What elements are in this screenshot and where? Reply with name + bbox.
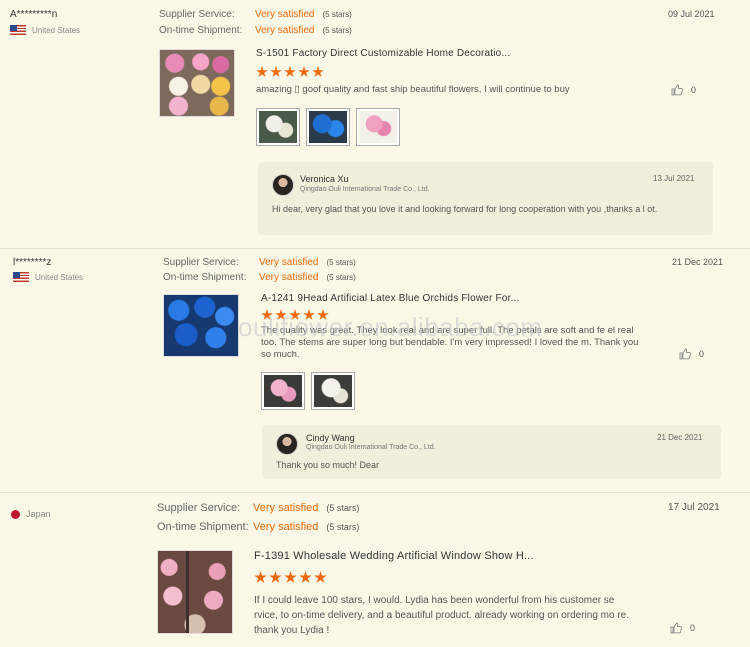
review-comment: If I could leave 100 stars, I would. Lyd… (254, 595, 630, 636)
buyer-country: United States (10, 25, 80, 35)
rating-stars-text: (5 stars) (326, 258, 356, 267)
review-date: 21 Dec 2021 (672, 257, 724, 267)
like-count: 0 (690, 623, 696, 633)
product-rating-stars (254, 571, 327, 584)
avatar (272, 174, 294, 196)
rating-label: On-time Shipment: (157, 521, 249, 533)
reply-company: Qingdao Ouli International Trade Co., Lt… (300, 186, 430, 193)
star-icon (299, 571, 312, 583)
star-icon (284, 571, 297, 583)
supplier-reply: Cindy Wang Qingdao Ouli International Tr… (262, 425, 721, 479)
rating-label: On-time Shipment: (159, 25, 243, 36)
like-count: 0 (691, 85, 697, 95)
like-count: 0 (699, 349, 705, 359)
supplier-service-rating: Supplier Service: Very satisfied (5 star… (157, 502, 359, 514)
avatar (276, 433, 298, 455)
rating-value: Very satisfied (255, 25, 315, 36)
rating-label: Supplier Service: (163, 257, 239, 268)
rating-stars-text: (5 stars) (322, 26, 352, 35)
star-icon (254, 571, 267, 583)
star-icon (298, 66, 310, 77)
thumbs-up-icon (671, 84, 683, 96)
japan-flag-icon (11, 509, 20, 519)
like-button[interactable]: 0 (671, 84, 696, 96)
us-flag-icon (10, 25, 26, 35)
like-button[interactable]: 0 (679, 348, 704, 360)
product-rating-stars (256, 66, 324, 78)
thumbs-up-icon (670, 622, 682, 634)
divider (0, 248, 750, 249)
reply-author-name: Veronica Xu (300, 174, 349, 184)
shipment-rating: On-time Shipment: Very satisfied (5 star… (157, 521, 359, 533)
review-photo[interactable] (306, 108, 350, 146)
rating-stars-text: (5 stars) (322, 10, 352, 19)
product-thumbnail[interactable] (159, 49, 235, 117)
review-photos (256, 108, 400, 146)
star-icon (270, 66, 282, 77)
divider (0, 492, 750, 493)
rating-value: Very satisfied (253, 502, 319, 514)
review-photo[interactable] (261, 372, 305, 410)
like-button[interactable]: 0 (670, 622, 695, 634)
supplier-reply: Veronica Xu Qingdao Ouli International T… (258, 162, 713, 235)
reply-company: Qingdao Ouli International Trade Co., Lt… (306, 444, 436, 451)
reply-text: Hi dear, very glad that you love it and … (272, 204, 658, 214)
product-title[interactable]: F-1391 Wholesale Wedding Artificial Wind… (254, 550, 534, 562)
star-icon (284, 66, 296, 77)
thumbs-up-icon (679, 348, 691, 360)
rating-stars-text: (5 stars) (326, 522, 360, 532)
star-icon (269, 571, 282, 583)
rating-stars-text: (5 stars) (326, 503, 360, 513)
review-photo[interactable] (356, 108, 400, 146)
supplier-service-rating: Supplier Service: Very satisfied (5 star… (163, 257, 356, 268)
rating-label: On-time Shipment: (163, 272, 247, 283)
rating-label: Supplier Service: (159, 9, 235, 20)
rating-value: Very satisfied (259, 272, 319, 283)
product-thumbnail[interactable] (163, 294, 239, 357)
reply-date: 13 Jul 2021 (653, 174, 695, 183)
rating-value: Very satisfied (253, 521, 319, 533)
us-flag-icon (13, 272, 29, 282)
buyer-country: United States (13, 272, 83, 282)
review-photos (261, 372, 355, 410)
review-date: 09 Jul 2021 (668, 9, 715, 19)
country-label: Japan (26, 509, 51, 519)
reply-date: 21 Dec 2021 (657, 433, 703, 442)
shipment-rating: On-time Shipment: Very satisfied (5 star… (159, 25, 352, 36)
rating-value: Very satisfied (259, 257, 319, 268)
shipment-rating: On-time Shipment: Very satisfied (5 star… (163, 272, 356, 283)
rating-label: Supplier Service: (157, 502, 241, 514)
country-label: United States (35, 272, 84, 282)
buyer-country: Japan (11, 509, 51, 519)
product-thumbnail[interactable] (157, 550, 233, 634)
product-title[interactable]: S-1501 Factory Direct Customizable Home … (256, 48, 510, 59)
review-photo[interactable] (311, 372, 355, 410)
star-icon (312, 66, 324, 77)
reply-text: Thank you so much! Dear (276, 460, 380, 470)
reply-author-name: Cindy Wang (306, 433, 355, 443)
star-icon (314, 571, 327, 583)
product-title[interactable]: A-1241 9Head Artificial Latex Blue Orchi… (261, 293, 520, 304)
review-date: 17 Jul 2021 (668, 502, 720, 513)
rating-value: Very satisfied (255, 9, 315, 20)
watermark: oulifiower.en.alibaba.com (238, 312, 543, 342)
supplier-service-rating: Supplier Service: Very satisfied (5 star… (159, 9, 352, 20)
review-photo[interactable] (256, 108, 300, 146)
buyer-name: l********z (13, 257, 52, 268)
rating-stars-text: (5 stars) (326, 273, 356, 282)
star-icon (256, 66, 268, 77)
buyer-name: A*********n (10, 9, 58, 20)
country-label: United States (32, 25, 81, 35)
review-comment: amazing ▯ goof quality and fast ship bea… (256, 84, 570, 95)
